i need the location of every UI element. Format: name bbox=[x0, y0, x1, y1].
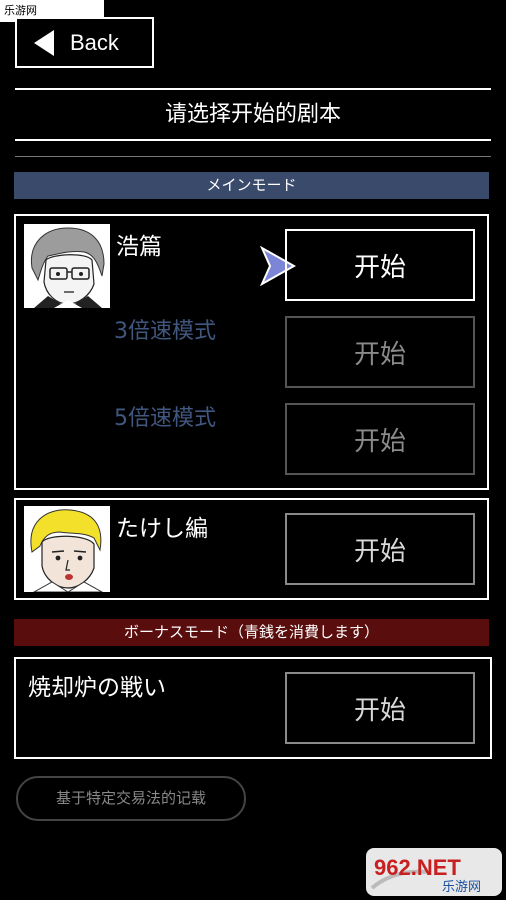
logo-sub-text: 乐游网 bbox=[442, 880, 481, 895]
takeshi-avatar bbox=[24, 506, 110, 592]
header-thin-divider bbox=[15, 156, 491, 157]
header-bottom-divider bbox=[15, 139, 491, 141]
back-button[interactable]: Back bbox=[15, 17, 154, 68]
chapter-name-incinerator: 焼却炉の戦い bbox=[28, 675, 166, 701]
header-top-divider bbox=[15, 88, 491, 90]
hiroshi-avatar bbox=[24, 224, 110, 308]
page-title: 请选择开始的剧本 bbox=[164, 102, 341, 127]
start-button-takeshi[interactable]: 开始 bbox=[285, 513, 475, 585]
logo-main-text: 962.NET bbox=[374, 855, 461, 880]
mode-name-5x-speed: 5倍速模式 bbox=[114, 406, 216, 431]
start-button-hiroshi[interactable]: 开始 bbox=[285, 229, 475, 301]
commercial-transactions-act-button[interactable]: 基于特定交易法的记载 bbox=[16, 776, 246, 821]
chapter-name-takeshi: たけし編 bbox=[116, 516, 208, 542]
mode-name-3x-speed: 3倍速模式 bbox=[114, 319, 216, 344]
back-button-label: Back bbox=[70, 29, 119, 55]
main-mode-section-header: メインモード bbox=[14, 172, 489, 199]
bonus-mode-section-header: ボーナスモード（青銭を消費します） bbox=[14, 619, 489, 646]
start-button-5x-speed[interactable]: 开始 bbox=[285, 403, 475, 475]
site-logo-watermark: 962.NET 乐游网 bbox=[366, 848, 502, 896]
start-button-3x-speed[interactable]: 开始 bbox=[285, 316, 475, 388]
start-button-incinerator[interactable]: 开始 bbox=[285, 672, 475, 744]
chapter-name-hiroshi: 浩篇 bbox=[116, 234, 162, 260]
back-arrow-icon bbox=[34, 29, 54, 56]
